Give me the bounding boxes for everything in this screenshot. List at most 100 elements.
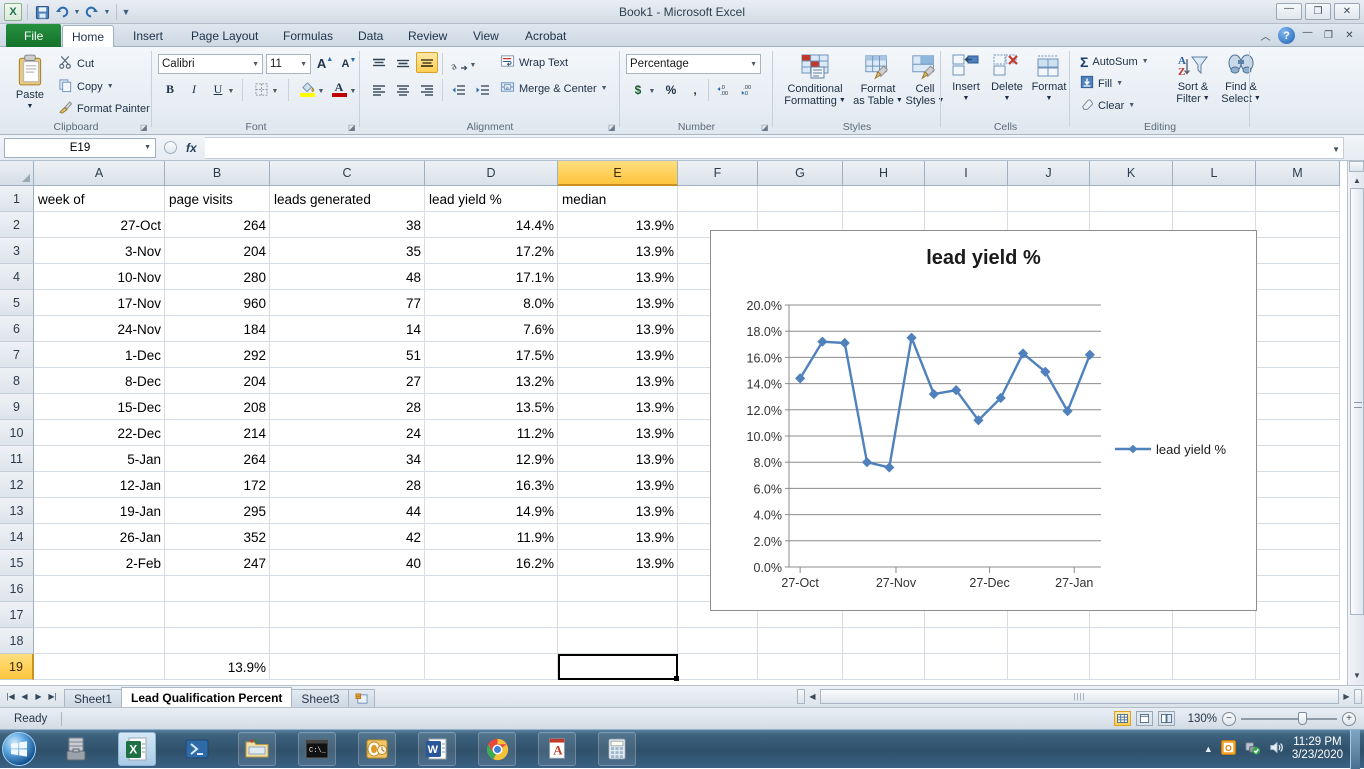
- cell-E7[interactable]: 13.9%: [558, 342, 678, 368]
- cell-A19[interactable]: [34, 654, 165, 680]
- cell-B18[interactable]: [165, 628, 270, 654]
- clipboard-dialog-launcher[interactable]: ◪: [140, 123, 149, 132]
- font-color-dropdown-icon[interactable]: ▼: [348, 81, 358, 102]
- cell-E3[interactable]: 13.9%: [558, 238, 678, 264]
- taskbar-powershell-icon[interactable]: [178, 732, 216, 766]
- cell-M12[interactable]: [1256, 472, 1340, 498]
- cell-C18[interactable]: [270, 628, 425, 654]
- cell-I19[interactable]: [925, 654, 1008, 680]
- cell-C19[interactable]: [270, 654, 425, 680]
- row-header-19[interactable]: 19: [0, 654, 34, 680]
- cell-M9[interactable]: [1256, 394, 1340, 420]
- page-layout-view-button[interactable]: [1135, 711, 1153, 726]
- sheet-tab-sheet1[interactable]: Sheet1: [64, 688, 123, 708]
- cell-C11[interactable]: 34: [270, 446, 425, 472]
- cell-D19[interactable]: [425, 654, 558, 680]
- column-header-e[interactable]: E: [558, 161, 678, 186]
- comma-format-button[interactable]: ,: [684, 79, 706, 100]
- underline-dropdown-icon[interactable]: ▼: [226, 81, 236, 102]
- chart-object[interactable]: lead yield % 0.0% 2.0% 4.0% 6.0% 8.0% 10.0% 12…: [710, 230, 1257, 611]
- cell-C14[interactable]: 42: [270, 524, 425, 550]
- row-header-10[interactable]: 10: [0, 420, 34, 446]
- cancel-formula-icon[interactable]: [164, 141, 177, 154]
- currency-format-button[interactable]: $: [627, 79, 649, 100]
- scroll-up-arrow-icon[interactable]: ▲: [1350, 173, 1364, 187]
- delete-cells-button[interactable]: Delete ▼: [987, 53, 1027, 105]
- insert-cells-button[interactable]: Insert ▼: [947, 53, 985, 105]
- cell-A11[interactable]: 5-Jan: [34, 446, 165, 472]
- copy-button[interactable]: Copy ▼: [56, 77, 116, 96]
- scroll-down-arrow-icon[interactable]: ▼: [1350, 668, 1364, 682]
- cell-M13[interactable]: [1256, 498, 1340, 524]
- cell-H19[interactable]: [843, 654, 925, 680]
- format-cells-button[interactable]: Format ▼: [1029, 53, 1069, 105]
- volume-icon[interactable]: [1268, 739, 1285, 759]
- tab-view[interactable]: View: [460, 24, 512, 47]
- fill-button[interactable]: Fill ▼: [1078, 74, 1125, 93]
- page-break-view-button[interactable]: [1157, 711, 1175, 726]
- cell-B16[interactable]: [165, 576, 270, 602]
- cell-M6[interactable]: [1256, 316, 1340, 342]
- cell-L18[interactable]: [1173, 628, 1256, 654]
- cell-C16[interactable]: [270, 576, 425, 602]
- row-header-11[interactable]: 11: [0, 446, 34, 472]
- cell-B9[interactable]: 208: [165, 394, 270, 420]
- cell-D1[interactable]: lead yield %: [425, 186, 558, 212]
- column-header-j[interactable]: J: [1008, 161, 1090, 186]
- taskbar-word-icon[interactable]: W: [418, 732, 456, 766]
- cell-E12[interactable]: 13.9%: [558, 472, 678, 498]
- cell-M18[interactable]: [1256, 628, 1340, 654]
- cell-C9[interactable]: 28: [270, 394, 425, 420]
- taskbar-command-prompt-icon[interactable]: C:\_: [298, 732, 336, 766]
- font-name-select[interactable]: Calibri ▼: [158, 54, 263, 74]
- cell-D3[interactable]: 17.2%: [425, 238, 558, 264]
- series-marker[interactable]: [906, 332, 917, 343]
- cell-D11[interactable]: 12.9%: [425, 446, 558, 472]
- normal-view-button[interactable]: [1113, 711, 1131, 726]
- row-header-15[interactable]: 15: [0, 550, 34, 576]
- last-sheet-icon[interactable]: ▶|: [46, 689, 59, 705]
- column-header-c[interactable]: C: [270, 161, 425, 186]
- cell-A14[interactable]: 26-Jan: [34, 524, 165, 550]
- cell-D5[interactable]: 8.0%: [425, 290, 558, 316]
- cell-M7[interactable]: [1256, 342, 1340, 368]
- alignment-dialog-launcher[interactable]: ◪: [608, 123, 617, 132]
- cell-B2[interactable]: 264: [165, 212, 270, 238]
- cell-C1[interactable]: leads generated: [270, 186, 425, 212]
- chevron-down-icon[interactable]: ▼: [144, 144, 151, 151]
- cell-D10[interactable]: 11.2%: [425, 420, 558, 446]
- insert-function-icon[interactable]: fx: [186, 141, 197, 155]
- cell-C5[interactable]: 77: [270, 290, 425, 316]
- merge-center-dropdown-icon[interactable]: ▼: [601, 85, 608, 92]
- next-sheet-icon[interactable]: ▶: [32, 689, 45, 705]
- cell-C10[interactable]: 24: [270, 420, 425, 446]
- cell-B11[interactable]: 264: [165, 446, 270, 472]
- clear-button[interactable]: Clear ▼: [1078, 96, 1137, 115]
- cell-F18[interactable]: [678, 628, 758, 654]
- cell-M1[interactable]: [1256, 186, 1340, 212]
- format-as-table-button[interactable]: Format as Table ▼: [853, 53, 903, 107]
- percent-format-button[interactable]: %: [660, 79, 682, 100]
- select-all-corner[interactable]: [0, 161, 34, 186]
- series-marker[interactable]: [839, 337, 850, 349]
- format-painter-button[interactable]: Format Painter: [56, 99, 152, 118]
- cell-E16[interactable]: [558, 576, 678, 602]
- network-icon[interactable]: [1244, 739, 1261, 759]
- cell-M19[interactable]: [1256, 654, 1340, 680]
- insert-worksheet-icon[interactable]: [348, 688, 376, 708]
- cell-L1[interactable]: [1173, 186, 1256, 212]
- row-header-9[interactable]: 9: [0, 394, 34, 420]
- cell-H18[interactable]: [843, 628, 925, 654]
- cell-B4[interactable]: 280: [165, 264, 270, 290]
- cell-M10[interactable]: [1256, 420, 1340, 446]
- column-header-g[interactable]: G: [758, 161, 843, 186]
- increase-indent-button[interactable]: [472, 79, 494, 100]
- find-select-button[interactable]: Find & Select ▼: [1218, 53, 1264, 105]
- cell-A5[interactable]: 17-Nov: [34, 290, 165, 316]
- align-middle-button[interactable]: [392, 53, 414, 74]
- cell-C2[interactable]: 38: [270, 212, 425, 238]
- cell-C12[interactable]: 28: [270, 472, 425, 498]
- cell-A1[interactable]: week of: [34, 186, 165, 212]
- vertical-scrollbar[interactable]: ▲ ▼: [1347, 161, 1364, 685]
- name-box[interactable]: E19 ▼: [4, 137, 156, 158]
